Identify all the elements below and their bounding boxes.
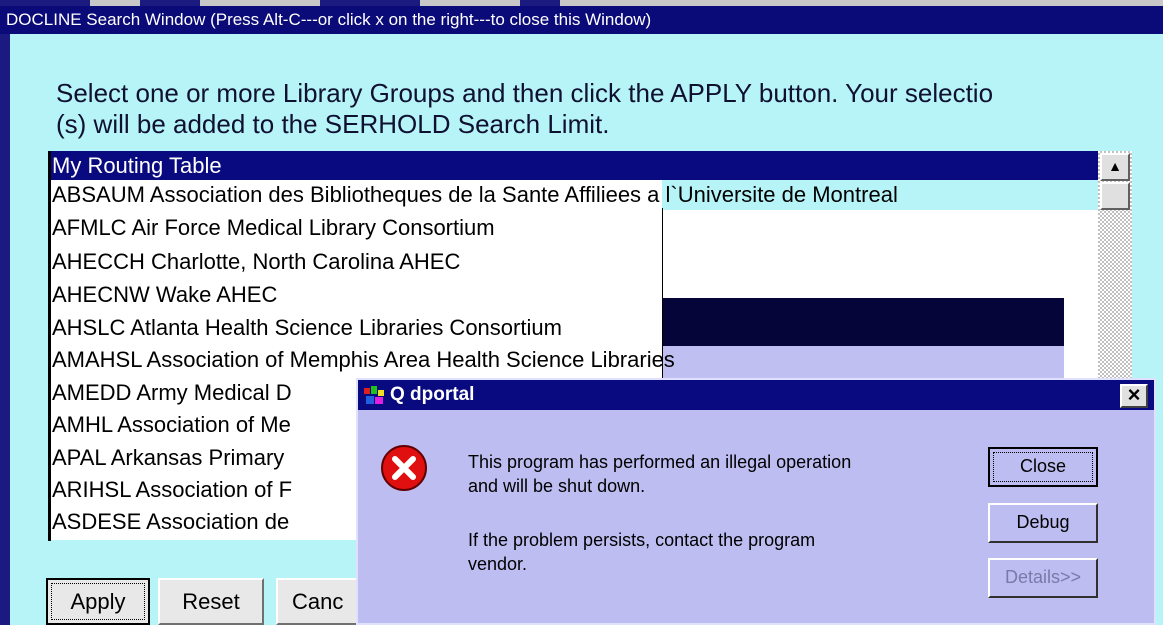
apply-button[interactable]: Apply	[46, 578, 150, 625]
details-button[interactable]: Details>>	[988, 558, 1098, 598]
reset-button[interactable]: Reset	[158, 578, 264, 625]
list-item[interactable]: AFMLC Air Force Medical Library Consorti…	[48, 213, 495, 242]
instruction-line-1: Select one or more Library Groups and th…	[56, 78, 994, 108]
scroll-thumb[interactable]	[1100, 182, 1130, 210]
dialog-close-icon[interactable]: ×	[1120, 384, 1148, 408]
instruction-text: Select one or more Library Groups and th…	[56, 78, 1163, 140]
close-button[interactable]: Close	[988, 447, 1098, 487]
debug-button[interactable]: Debug	[988, 503, 1098, 543]
dialog-titlebar: Q dportal	[358, 380, 1154, 410]
list-item[interactable]: ARIHSL Association of F	[48, 475, 292, 504]
list-item[interactable]: AHECNW Wake AHEC	[48, 280, 277, 309]
list-item[interactable]: APAL Arkansas Primary	[48, 443, 284, 472]
error-message-line-1: This program has performed an illegal op…	[468, 452, 852, 472]
error-message-line-4: vendor.	[468, 554, 528, 574]
list-item[interactable]: AMAHSL Association of Memphis Area Healt…	[48, 345, 675, 374]
window-titlebar: DOCLINE Search Window (Press Alt-C---or …	[0, 6, 1163, 34]
error-dialog: Q dportal × This program has performed a…	[356, 378, 1156, 625]
list-item[interactable]: ASDESE Association de	[48, 507, 289, 536]
list-item[interactable]: AHSLC Atlanta Health Science Libraries C…	[48, 313, 562, 342]
list-item-selected[interactable]: My Routing Table	[48, 151, 1098, 180]
error-message-line-3: If the problem persists, contact the pro…	[468, 530, 816, 550]
window-left-edge	[0, 34, 10, 625]
instruction-line-2: (s) will be added to the SERHOLD Search …	[56, 109, 610, 139]
scroll-up-icon[interactable]: ▲	[1100, 153, 1130, 181]
app-icon	[364, 386, 384, 404]
list-item[interactable]: AMEDD Army Medical D	[48, 378, 292, 407]
dialog-title: Q dportal	[390, 384, 475, 405]
error-message-line-2: and will be shut down.	[468, 476, 646, 496]
error-icon	[381, 445, 427, 491]
list-item[interactable]: AMHL Association of Me	[48, 410, 291, 439]
list-item[interactable]: ABSAUM Association des Bibliotheques de …	[48, 180, 898, 209]
list-item[interactable]: AHECCH Charlotte, North Carolina AHEC	[48, 247, 460, 276]
list-left-border	[48, 151, 51, 541]
